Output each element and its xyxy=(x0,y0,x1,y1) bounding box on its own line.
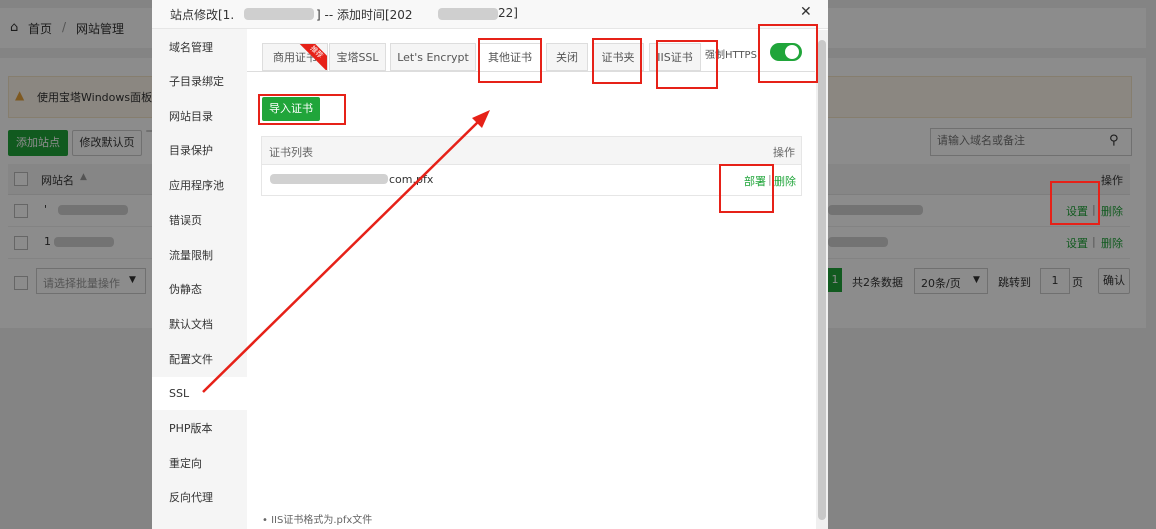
annotation-arrow xyxy=(202,110,490,393)
